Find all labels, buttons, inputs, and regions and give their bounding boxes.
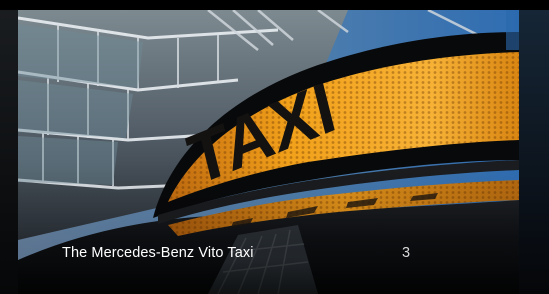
previous-slide-peek[interactable] [0,10,18,294]
next-slide-peek[interactable] [519,10,549,294]
slide-number: 3 [402,245,411,261]
top-strip [0,0,549,10]
slide-title[interactable]: The Mercedes-Benz Vito Taxi [62,244,254,262]
image-carousel: TAXI The Mercedes-Benz Vito Taxi 3 [0,0,549,294]
